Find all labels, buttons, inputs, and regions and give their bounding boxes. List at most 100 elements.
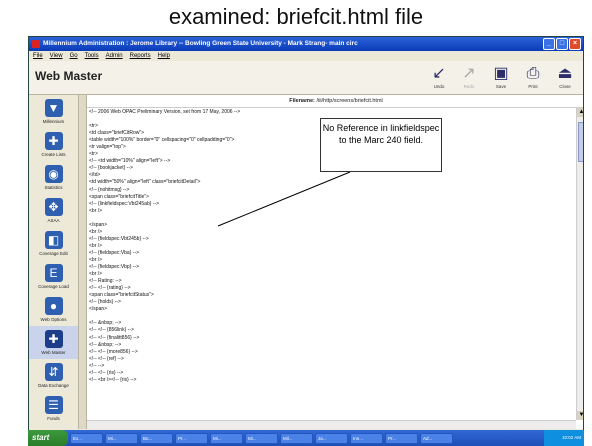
module-sidebar: ▼ Millennium ✚ Create Lists ◉ Statistics… — [29, 95, 79, 429]
code-line: </span> — [89, 221, 108, 228]
taskbar-button[interactable]: Ja... — [315, 432, 348, 444]
code-line: <!-- <!-- {finalitt856} --> — [89, 334, 140, 341]
menu-file[interactable]: File — [33, 51, 43, 61]
sidebar-item-label: Coverage Load — [38, 284, 69, 289]
menu-reports[interactable]: Reports — [130, 51, 151, 61]
code-line: </span> — [89, 306, 108, 313]
save-icon: ▣ — [493, 65, 509, 82]
millennium-icon: ▼ — [44, 99, 63, 117]
module-title: Web Master — [35, 69, 103, 83]
sidebar-item-label: Funds — [47, 416, 60, 421]
code-line: <!-- {linkfieldspec:Vbt245ab} --> — [89, 200, 160, 207]
start-button[interactable]: start — [28, 430, 68, 446]
filename-label: Filename: — [289, 98, 315, 104]
code-line: <!-- <!-- {rating} --> — [89, 285, 131, 292]
close-button[interactable]: ⏏ Close — [553, 64, 577, 94]
undo-icon: ↙ — [432, 65, 446, 82]
sidebar-item-label: Create Lists — [41, 152, 66, 157]
code-line: <!-- &nbsp; --> — [89, 341, 122, 348]
code-line: <!-- {fieldspec:Vbt245b} --> — [89, 235, 149, 242]
web-options-icon: ● — [44, 297, 63, 315]
sidebar-item-millennium[interactable]: ▼ Millennium — [29, 95, 78, 128]
code-line: <!-- {holds} --> — [89, 299, 121, 306]
sidebar-item-coverage-load[interactable]: E Coverage Load — [29, 260, 78, 293]
taskbar-button[interactable]: Mi... — [210, 432, 243, 444]
redo-button[interactable]: ↗ Redo — [457, 64, 481, 94]
sidebar-item-asaa[interactable]: ✥ ASAA — [29, 194, 78, 227]
close-icon: ⏏ — [557, 65, 573, 82]
menu-help[interactable]: Help — [158, 51, 170, 61]
code-line: <!-- &nbsp; --> — [89, 320, 122, 327]
code-line: </td> — [89, 172, 101, 179]
print-button[interactable]: ⎙ Print — [521, 64, 545, 94]
menu-admin[interactable]: Admin — [106, 51, 123, 61]
code-line: <!-- 2006 Web OPAC Preliminary Version, … — [89, 109, 241, 115]
scroll-thumb[interactable] — [578, 122, 583, 162]
scroll-down-icon[interactable]: ▼ — [577, 411, 583, 420]
save-button[interactable]: ▣ Save — [489, 64, 513, 94]
redo-icon: ↗ — [462, 65, 476, 82]
sidebar-item-label: Statistics — [44, 185, 63, 190]
sidebar-item-label: Data Exchange — [38, 383, 69, 388]
sidebar-item-label: Web Options — [40, 317, 67, 322]
menu-view[interactable]: View — [50, 51, 63, 61]
coverage-edit-icon: ◧ — [44, 231, 63, 249]
sidebar-scrollbar[interactable] — [79, 95, 87, 429]
undo-button[interactable]: ↙ Undo — [427, 64, 451, 94]
minimize-button[interactable]: _ — [543, 38, 555, 50]
vertical-scrollbar[interactable]: ▲ ▼ — [576, 108, 583, 420]
toolbar: Web Master ↙ Undo ↗ Redo ▣ Save ⎙ Print … — [29, 61, 583, 95]
data-exchange-icon: ⇵ — [44, 363, 63, 381]
save-label: Save — [495, 84, 507, 89]
code-line: <!-- <br /><!-- {ris} --> — [89, 376, 137, 383]
sidebar-item-web-options[interactable]: ● Web Options — [29, 293, 78, 326]
taskbar-button[interactable]: Mi... — [245, 432, 278, 444]
close-window-button[interactable]: × — [569, 38, 581, 50]
taskbar-button[interactable]: Mi... — [105, 432, 138, 444]
taskbar-button[interactable]: Ad... — [420, 432, 453, 444]
sidebar-item-create-lists[interactable]: ✚ Create Lists — [29, 128, 78, 161]
scroll-up-icon[interactable]: ▲ — [577, 108, 583, 117]
callout-note: No Reference in linkfieldspec to the Mar… — [320, 118, 442, 172]
taskbar-button[interactable]: Mil... — [280, 432, 313, 444]
sidebar-item-funds[interactable]: ☰ Funds — [29, 392, 78, 425]
taskbar-button[interactable]: Pr... — [175, 432, 208, 444]
code-line: <!-- Rating: --> — [89, 278, 122, 285]
app-icon — [32, 40, 40, 48]
sidebar-item-web-master[interactable]: ✚ Web Master — [29, 326, 78, 359]
taskbar-items: Ex... Mi... Bo... Pr... Mi... Mi... Mil... Ja..… — [68, 432, 453, 444]
code-line: <!-- <!-- {more856} --> — [89, 348, 138, 355]
asaa-icon: ✥ — [44, 198, 63, 216]
window-titlebar[interactable]: Millennium Administration : Jerome Libra… — [29, 37, 583, 51]
code-line: <br /> — [89, 242, 103, 249]
taskbar-button[interactable]: Bo... — [140, 432, 173, 444]
code-line: <br /> — [89, 256, 103, 263]
code-line: <br /> — [89, 271, 103, 278]
code-line: <td width="50%" align="left" class="brie… — [89, 179, 201, 186]
filename-bar: Filename: /iii/http/screens/briefcit.htm… — [87, 95, 583, 108]
code-line: <br /> — [89, 228, 103, 235]
application-window: Millennium Administration : Jerome Libra… — [28, 36, 584, 446]
coverage-load-icon: E — [44, 264, 63, 282]
code-line: <!-- {fieldspec:Vbp} --> — [89, 264, 140, 271]
window-title: Millennium Administration : Jerome Libra… — [43, 40, 358, 47]
taskbar-button[interactable]: Pr... — [385, 432, 418, 444]
code-line: <!-- --> — [89, 362, 105, 369]
code-line: <!-- <!-- {ref} --> — [89, 355, 124, 362]
taskbar-button[interactable]: Ex... — [70, 432, 103, 444]
funds-icon: ☰ — [44, 396, 63, 414]
sidebar-item-statistics[interactable]: ◉ Statistics — [29, 161, 78, 194]
code-line: <span class="briefcitTitle"> — [89, 193, 149, 200]
create-lists-icon: ✚ — [44, 132, 63, 150]
sidebar-item-label: Web Master — [41, 350, 66, 355]
menu-tools[interactable]: Tools — [85, 51, 99, 61]
sidebar-item-data-exchange[interactable]: ⇵ Data Exchange — [29, 359, 78, 392]
horizontal-scrollbar[interactable] — [87, 420, 576, 429]
sidebar-item-coverage-edit[interactable]: ◧ Coverage Edit — [29, 227, 78, 260]
system-tray-clock: 10:02 AM — [544, 430, 584, 446]
menu-go[interactable]: Go — [70, 51, 78, 61]
taskbar-button[interactable]: Inn... — [350, 432, 383, 444]
maximize-button[interactable]: □ — [556, 38, 568, 50]
